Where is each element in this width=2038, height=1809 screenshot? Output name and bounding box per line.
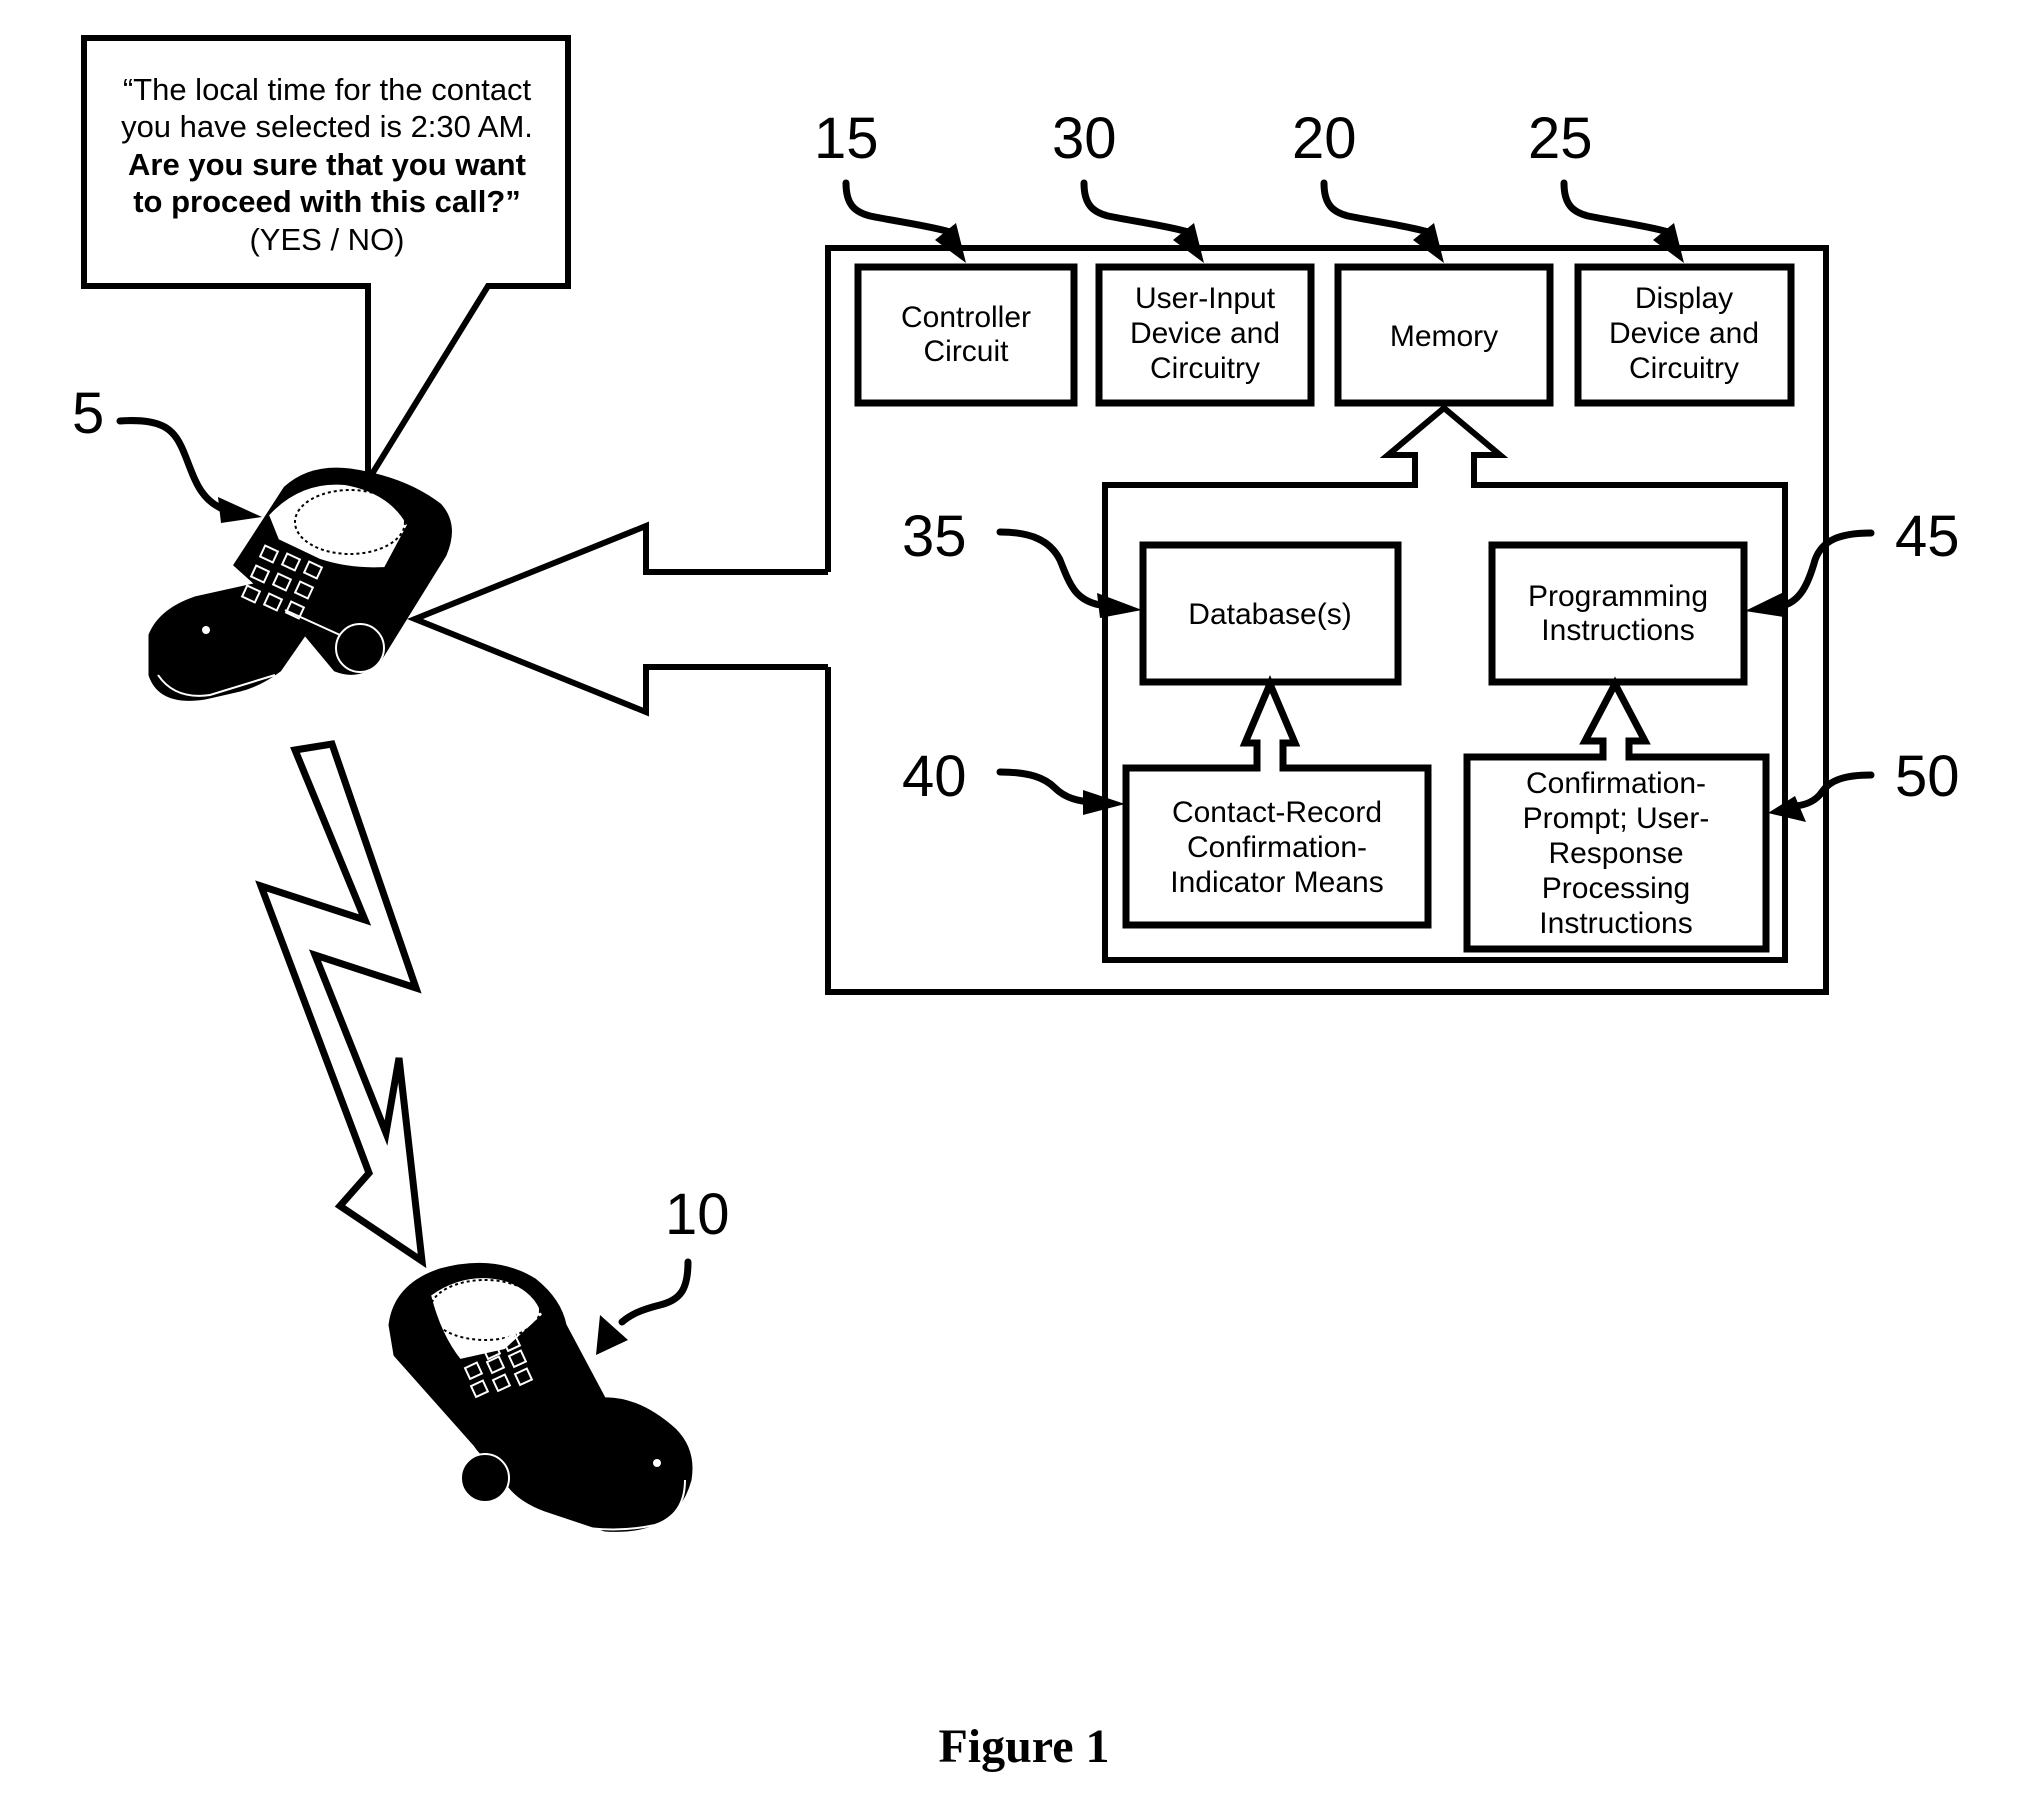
flip-phone-icon	[388, 1262, 693, 1532]
block-text: Circuitry	[1150, 352, 1260, 385]
callout-line-5: (YES / NO)	[249, 222, 404, 257]
block-programming-instructions: Programming Instructions	[1488, 541, 1748, 686]
block-text: Device and	[1609, 317, 1759, 350]
figure-caption: Figure 1	[938, 1720, 1109, 1773]
block-text: Programming	[1528, 580, 1708, 613]
leader-arrow-50	[1791, 771, 1875, 810]
leader-arrow-10	[618, 1258, 692, 1326]
callout-line-1: “The local time for the contact	[123, 72, 532, 107]
leader-arrow-40	[996, 768, 1099, 806]
ref-label-10: 10	[665, 1182, 730, 1247]
block-text: Database(s)	[1188, 598, 1351, 631]
leader-arrowhead-35	[1097, 593, 1142, 618]
block-text: Processing	[1542, 872, 1690, 905]
block-text: Confirmation-	[1526, 767, 1706, 800]
leader-arrow-5	[116, 417, 229, 514]
ref-label-40: 40	[902, 744, 967, 809]
block-memory: Memory	[1334, 263, 1554, 407]
patent-figure: “The local time for the contact you have…	[72, 35, 1960, 1773]
block-text: Response	[1548, 837, 1683, 870]
callout-line-3: Are you sure that you want	[128, 147, 526, 182]
block-text: Circuitry	[1629, 352, 1739, 385]
block-text: User-Input	[1135, 282, 1276, 315]
flip-phone-icon	[148, 467, 452, 701]
block-text: Indicator Means	[1170, 866, 1383, 899]
ref-label-5: 5	[72, 381, 104, 446]
block-text: Device and	[1130, 317, 1280, 350]
block-controller-circuit: Controller Circuit	[854, 263, 1078, 407]
ref-label-45: 45	[1895, 504, 1960, 569]
lightning-bolt-icon	[255, 740, 427, 1269]
block-text: Circuit	[923, 335, 1009, 368]
block-text: Confirmation-	[1187, 831, 1367, 864]
ref-label-30: 30	[1052, 106, 1117, 171]
callout-line-2: you have selected is 2:30 AM.	[121, 109, 533, 144]
block-text: Instructions	[1541, 614, 1694, 647]
ref-label-15: 15	[814, 106, 879, 171]
leader-arrow-20	[1320, 179, 1432, 236]
block-text: Contact-Record	[1172, 796, 1382, 829]
block-text: Controller	[901, 301, 1031, 334]
ref-label-25: 25	[1528, 106, 1593, 171]
leader-arrow-15	[842, 179, 954, 236]
block-display-device: Display Device and Circuitry	[1574, 263, 1795, 407]
block-text: Prompt; User-	[1523, 802, 1710, 835]
leader-arrowhead-5	[218, 497, 262, 523]
block-text: Display	[1635, 282, 1733, 315]
ref-label-50: 50	[1895, 744, 1960, 809]
callout-bubble: “The local time for the contact you have…	[81, 35, 571, 477]
block-user-input-device: User-Input Device and Circuitry	[1095, 263, 1315, 407]
leader-arrow-35	[996, 528, 1104, 609]
block-text: Memory	[1390, 320, 1498, 353]
block-text: Instructions	[1539, 907, 1692, 940]
callout-line-4: to proceed with this call?”	[133, 184, 521, 219]
leader-arrowhead-45	[1745, 592, 1784, 617]
leader-arrow-25	[1560, 179, 1672, 236]
ref-label-35: 35	[902, 504, 967, 569]
device-to-phone-arrow	[406, 521, 828, 717]
leader-arrow-30	[1080, 179, 1192, 236]
ref-label-20: 20	[1292, 106, 1357, 171]
block-databases: Database(s)	[1139, 541, 1402, 686]
